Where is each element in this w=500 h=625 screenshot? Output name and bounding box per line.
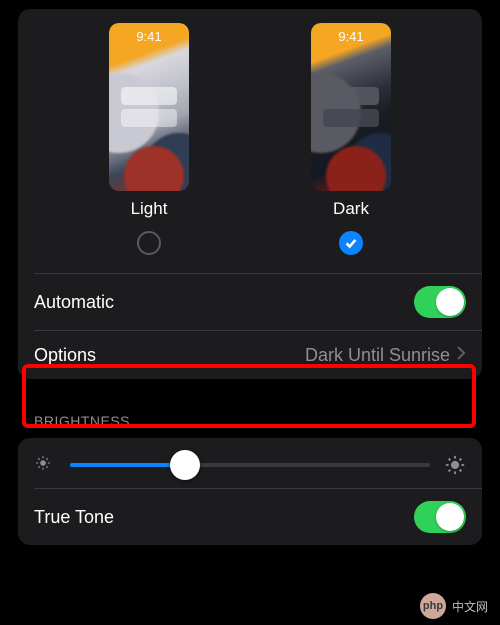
light-preview: 9:41 bbox=[109, 23, 189, 191]
true-tone-row: True Tone bbox=[18, 489, 482, 545]
light-radio[interactable] bbox=[137, 231, 161, 255]
automatic-label: Automatic bbox=[34, 292, 114, 313]
preview-time: 9:41 bbox=[109, 29, 189, 44]
preview-time: 9:41 bbox=[311, 29, 391, 44]
appearance-panel: 9:41 Light 9:41 Dark Automatic bbox=[18, 9, 482, 379]
brightness-slider-row bbox=[18, 438, 482, 488]
automatic-switch[interactable] bbox=[414, 286, 466, 318]
dark-radio[interactable] bbox=[339, 231, 363, 255]
appearance-row: 9:41 Light 9:41 Dark bbox=[18, 9, 482, 273]
chevron-right-icon bbox=[456, 345, 466, 365]
brightness-header: BRIGHTNESS bbox=[34, 413, 466, 429]
automatic-row: Automatic bbox=[18, 274, 482, 330]
dark-preview: 9:41 bbox=[311, 23, 391, 191]
true-tone-switch[interactable] bbox=[414, 501, 466, 533]
brightness-panel: True Tone bbox=[18, 438, 482, 545]
appearance-dark-cell[interactable]: 9:41 Dark bbox=[311, 23, 391, 255]
sun-high-icon bbox=[444, 454, 466, 476]
watermark-text: 中文网 bbox=[448, 597, 492, 616]
options-row[interactable]: Options Dark Until Sunrise bbox=[18, 331, 482, 379]
watermark: php 中文网 bbox=[420, 593, 492, 619]
brightness-slider[interactable] bbox=[70, 463, 430, 467]
slider-thumb[interactable] bbox=[170, 450, 200, 480]
appearance-light-cell[interactable]: 9:41 Light bbox=[109, 23, 189, 255]
sun-low-icon bbox=[34, 454, 56, 476]
dark-label: Dark bbox=[333, 199, 369, 219]
watermark-logo: php bbox=[420, 593, 446, 619]
slider-fill bbox=[70, 463, 185, 467]
true-tone-label: True Tone bbox=[34, 507, 114, 528]
options-label: Options bbox=[34, 345, 96, 366]
options-value: Dark Until Sunrise bbox=[305, 345, 450, 366]
light-label: Light bbox=[131, 199, 168, 219]
